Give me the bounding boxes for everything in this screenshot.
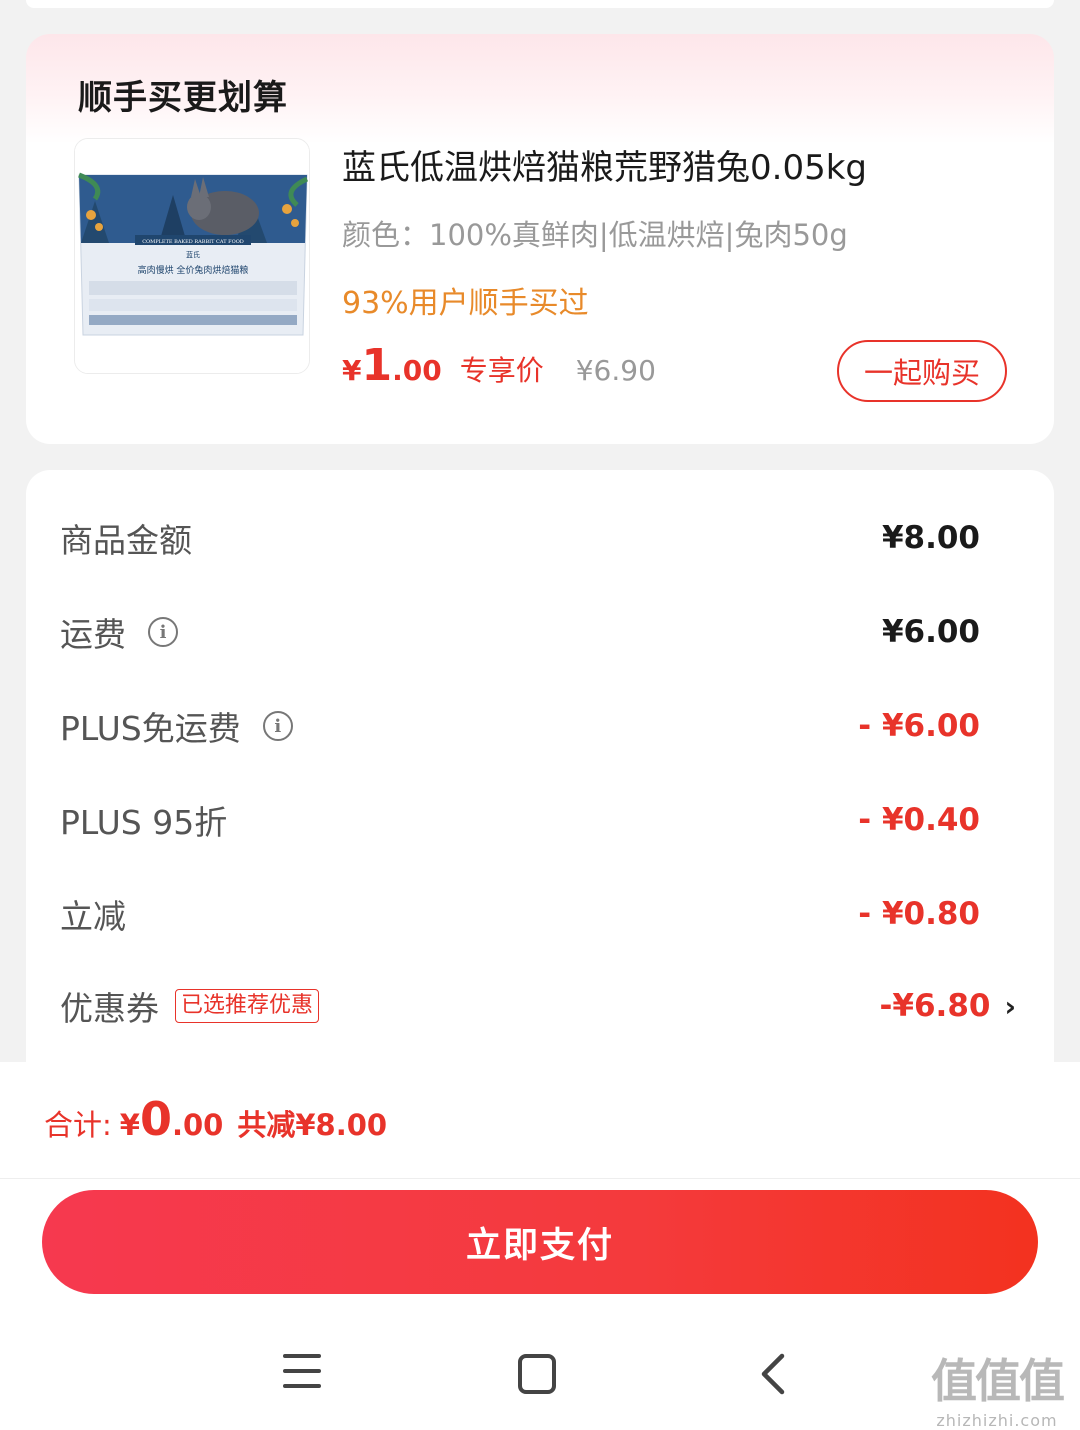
package-brand-text: 蓝氏 bbox=[186, 250, 200, 259]
product-name[interactable]: 蓝氏低温烘焙猫粮荒野猎兔0.05kg bbox=[342, 140, 867, 189]
previous-card-edge bbox=[26, 0, 1054, 8]
row-label: 立减 bbox=[60, 897, 126, 936]
price-currency: ¥ bbox=[342, 354, 362, 387]
recent-apps-icon[interactable] bbox=[283, 1354, 321, 1394]
row-value: ¥6.00 bbox=[881, 614, 980, 650]
coupon-recommended-badge: 已选推荐优惠 bbox=[175, 989, 320, 1023]
buy-together-button[interactable]: 一起购买 bbox=[837, 340, 1007, 402]
back-icon[interactable] bbox=[756, 1350, 790, 1398]
addon-recommendation-card: 顺手买更划算 COMPLETE BAKED RABBIT CAT FOOD 蓝氏… bbox=[26, 34, 1054, 444]
summary-row-shipping: 运费 i ¥6.00 bbox=[60, 602, 980, 662]
cat-food-package-image: COMPLETE BAKED RABBIT CAT FOOD 蓝氏 高肉慢烘 全… bbox=[75, 139, 309, 373]
row-value: -¥6.80 bbox=[879, 988, 991, 1024]
original-price: ¥6.90 bbox=[575, 354, 656, 387]
order-summary-card: 商品金额 ¥8.00 运费 i ¥6.00 PLUS免运费 i - ¥6.00 … bbox=[26, 470, 1054, 1090]
watermark: 值值值 zhizhizhi.com bbox=[922, 1345, 1072, 1430]
summary-row-plus-discount: PLUS 95折 - ¥0.40 bbox=[60, 790, 980, 850]
package-headline-text: COMPLETE BAKED RABBIT CAT FOOD bbox=[142, 239, 244, 245]
price-integer: 1 bbox=[361, 340, 393, 391]
row-label: 运费 bbox=[60, 615, 126, 654]
price-decimal: .00 bbox=[392, 354, 442, 387]
summary-row-plus-free-shipping: PLUS免运费 i - ¥6.00 bbox=[60, 696, 980, 756]
row-label: 优惠券 bbox=[60, 989, 159, 1028]
total-label: 合计: bbox=[44, 1108, 112, 1142]
row-label: 商品金额 bbox=[60, 521, 192, 560]
row-label: PLUS免运费 bbox=[60, 709, 241, 748]
watermark-url: zhizhizhi.com bbox=[936, 1411, 1058, 1430]
home-icon[interactable] bbox=[518, 1354, 556, 1394]
total-integer: 0 bbox=[139, 1092, 172, 1146]
total-decimal: .00 bbox=[171, 1108, 224, 1142]
summary-row-instant-discount: 立减 - ¥0.80 bbox=[60, 884, 980, 944]
pay-now-button[interactable]: 立即支付 bbox=[42, 1190, 1038, 1294]
product-price-row: ¥ 1 .00 专享价 ¥6.90 bbox=[342, 340, 656, 391]
row-value: - ¥6.00 bbox=[858, 708, 980, 744]
social-proof-text: 93%用户顺手买过 bbox=[342, 286, 589, 321]
info-icon[interactable]: i bbox=[262, 711, 293, 741]
order-total: 合计: ¥ 0 .00 共减¥8.00 bbox=[44, 1092, 387, 1146]
checkout-bar: 合计: ¥ 0 .00 共减¥8.00 立即支付 bbox=[0, 1062, 1080, 1430]
summary-row-goods-amount: 商品金额 ¥8.00 bbox=[60, 508, 980, 568]
info-icon[interactable]: i bbox=[148, 617, 178, 647]
product-image[interactable]: COMPLETE BAKED RABBIT CAT FOOD 蓝氏 高肉慢烘 全… bbox=[74, 138, 310, 374]
total-saved: 共减¥8.00 bbox=[237, 1108, 388, 1142]
summary-row-coupon[interactable]: 优惠券 已选推荐优惠 -¥6.80 › bbox=[60, 976, 1016, 1036]
row-value: - ¥0.80 bbox=[858, 896, 980, 932]
divider bbox=[0, 1178, 1080, 1179]
system-navigation-bar bbox=[0, 1324, 1080, 1430]
package-name-text: 高肉慢烘 全价兔肉烘焙猫粮 bbox=[138, 264, 249, 276]
total-currency: ¥ bbox=[119, 1108, 140, 1142]
row-value: ¥8.00 bbox=[881, 520, 980, 556]
addon-section-title: 顺手买更划算 bbox=[78, 78, 288, 118]
row-value: - ¥0.40 bbox=[858, 802, 980, 838]
product-spec: 颜色：100%真鲜肉|低温烘焙|兔肉50g bbox=[342, 218, 848, 252]
chevron-right-icon: › bbox=[1004, 989, 1016, 1023]
row-label: PLUS 95折 bbox=[60, 803, 228, 842]
exclusive-price-tag: 专享价 bbox=[459, 354, 544, 387]
watermark-logo: 值值值 bbox=[931, 1354, 1065, 1408]
